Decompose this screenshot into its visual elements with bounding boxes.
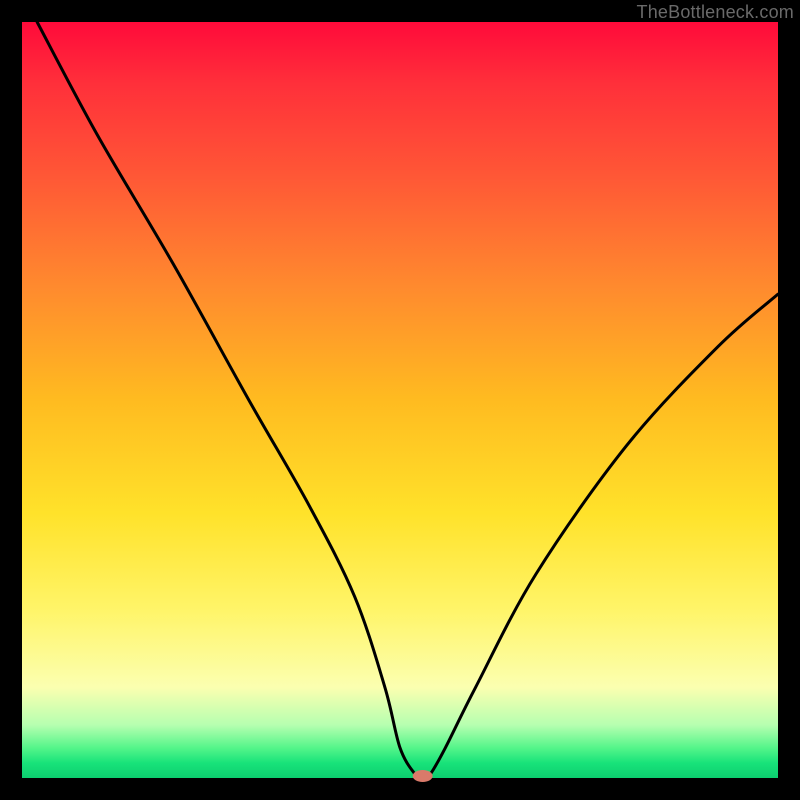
curve-layer: [22, 22, 778, 778]
attribution-text: TheBottleneck.com: [637, 2, 794, 23]
chart-frame: TheBottleneck.com: [0, 0, 800, 800]
plot-area: [22, 22, 778, 778]
bottleneck-curve: [37, 22, 778, 778]
min-marker: [413, 770, 433, 782]
